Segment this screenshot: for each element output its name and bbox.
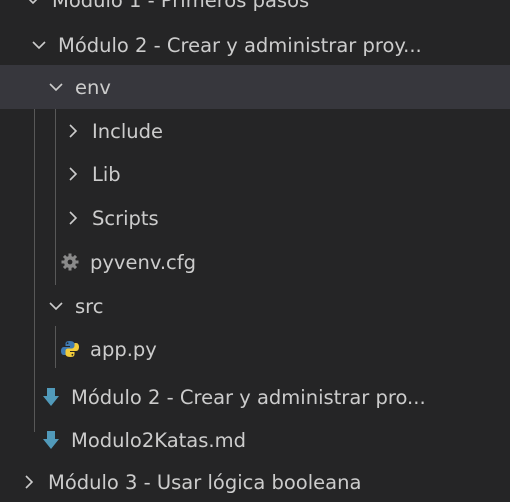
tree-folder-modulo-2[interactable]: Módulo 2 - Crear y administrar proy... [0, 23, 510, 67]
tree-item-label: Lib [92, 162, 121, 186]
tree-file-modulo2katas-md[interactable]: Modulo2Katas.md [0, 418, 510, 462]
markdown-download-icon [41, 430, 61, 450]
chevron-right-icon [62, 120, 84, 142]
tree-item-label: Include [92, 119, 163, 143]
python-icon [60, 339, 80, 359]
tree-file-pyvenv-cfg[interactable]: pyvenv.cfg [0, 240, 510, 284]
tree-item-label: src [75, 294, 104, 318]
tree-file-modulo-2-md[interactable]: Módulo 2 - Crear y administrar pro... [0, 375, 510, 419]
chevron-down-icon [45, 295, 67, 317]
tree-item-label: Módulo 2 - Crear y administrar pro... [71, 385, 426, 409]
tree-item-label: env [75, 75, 111, 99]
tree-file-app-py[interactable]: app.py [0, 327, 510, 371]
tree-item-label: app.py [90, 337, 157, 361]
tree-item-label: Módulo 3 - Usar lógica booleana [48, 470, 362, 494]
tree-folder-scripts[interactable]: Scripts [0, 196, 510, 240]
tree-folder-src[interactable]: src [0, 284, 510, 328]
chevron-right-icon [62, 163, 84, 185]
tree-item-label: Modulo2Katas.md [71, 428, 246, 452]
tree-folder-modulo-1[interactable]: Módulo 1 - Primeros pasos [0, 0, 510, 22]
tree-folder-modulo-3[interactable]: Módulo 3 - Usar lógica booleana [0, 462, 510, 502]
tree-folder-env[interactable]: env [0, 65, 510, 109]
tree-item-label: pyvenv.cfg [90, 250, 197, 274]
chevron-down-icon [45, 76, 67, 98]
tree-item-label: Scripts [92, 206, 159, 230]
chevron-down-icon [28, 34, 50, 56]
gear-icon [60, 252, 80, 272]
chevron-right-icon [62, 207, 84, 229]
tree-folder-lib[interactable]: Lib [0, 152, 510, 196]
markdown-download-icon [41, 387, 61, 407]
chevron-right-icon [18, 471, 40, 493]
tree-item-label: Módulo 2 - Crear y administrar proy... [58, 33, 422, 57]
tree-folder-include[interactable]: Include [0, 109, 510, 153]
chevron-down-icon [22, 0, 44, 11]
tree-item-label: Módulo 1 - Primeros pasos [52, 0, 310, 12]
explorer-tree: Módulo 1 - Primeros pasos Módulo 2 - Cre… [0, 0, 510, 502]
